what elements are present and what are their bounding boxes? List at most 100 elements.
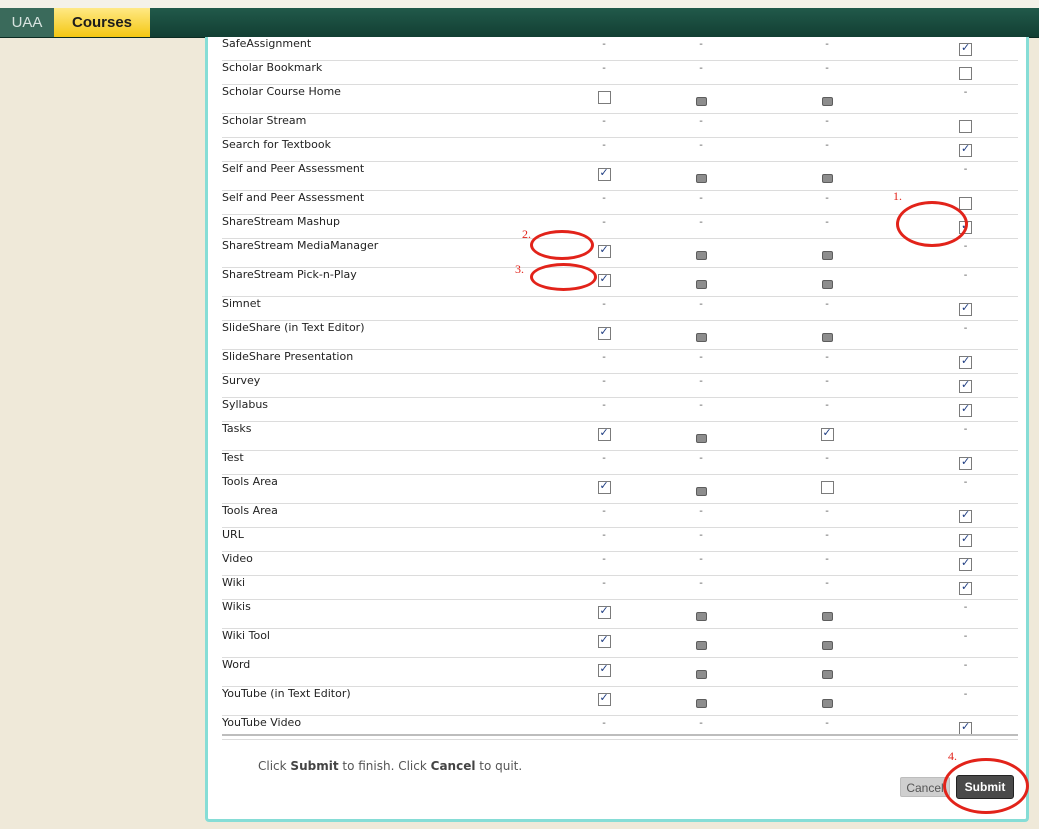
setting-cell <box>661 474 741 504</box>
setting-cell <box>741 421 913 451</box>
setting-cell <box>547 320 661 350</box>
not-applicable-dash: - <box>825 400 829 411</box>
checkbox-checked[interactable] <box>597 479 611 494</box>
table-row: Tools Area - - - <box>222 503 1018 528</box>
tool-name: Tools Area <box>222 503 547 528</box>
not-applicable-dash: - <box>699 39 703 50</box>
disabled-lock-icon <box>695 612 707 621</box>
tool-name: ShareStream MediaManager <box>222 238 547 268</box>
tool-name: Self and Peer Assessment <box>222 190 547 215</box>
annotation-circle-2 <box>530 230 594 260</box>
checkbox-checked[interactable] <box>597 426 611 441</box>
setting-cell: - <box>661 37 741 61</box>
setting-cell <box>913 113 1018 138</box>
setting-cell <box>547 474 661 504</box>
checkbox-unchecked[interactable] <box>959 120 972 133</box>
checkbox-checked[interactable] <box>597 691 611 706</box>
not-applicable-dash: - <box>602 63 606 74</box>
checkbox-checked[interactable] <box>959 142 972 157</box>
not-applicable-dash: - <box>602 506 606 517</box>
disabled-lock-icon <box>821 699 833 708</box>
top-navigation-bar: UAA Courses <box>0 8 1039 38</box>
not-applicable-dash: - <box>963 689 968 700</box>
disabled-lock-icon <box>821 670 833 679</box>
instructions-text: Click <box>258 759 291 773</box>
checkbox-unchecked[interactable] <box>959 67 972 80</box>
checkbox-unchecked[interactable] <box>959 197 972 210</box>
setting-cell: - <box>741 373 913 398</box>
setting-cell: - <box>741 349 913 374</box>
not-applicable-dash: - <box>602 140 606 151</box>
setting-cell <box>547 161 661 191</box>
table-row: SlideShare (in Text Editor) - <box>222 320 1018 350</box>
checkbox-checked[interactable] <box>820 426 834 441</box>
setting-cell: - <box>547 397 661 422</box>
checkbox-checked[interactable] <box>597 604 611 619</box>
setting-cell <box>661 421 741 451</box>
checkbox-checked[interactable] <box>959 402 972 417</box>
checkbox-unchecked[interactable] <box>820 481 834 494</box>
setting-cell <box>741 238 913 268</box>
tab-courses[interactable]: Courses <box>54 8 150 37</box>
not-applicable-dash: - <box>699 116 703 127</box>
annotation-label-2: 2. <box>522 227 531 241</box>
checkbox-checked[interactable] <box>959 301 972 316</box>
checkbox-checked[interactable] <box>597 272 611 287</box>
disabled-lock-icon <box>695 699 707 708</box>
checkbox-checked[interactable] <box>959 532 972 547</box>
not-applicable-dash: - <box>602 718 606 729</box>
setting-cell: - <box>741 296 913 321</box>
checkbox-checked[interactable] <box>959 378 972 393</box>
setting-cell <box>913 397 1018 422</box>
setting-cell: - <box>741 113 913 138</box>
tool-name: Test <box>222 450 547 475</box>
checkbox-checked[interactable] <box>959 41 972 56</box>
tool-name: Search for Textbook <box>222 137 547 162</box>
not-applicable-dash: - <box>699 352 703 363</box>
table-row: Test - - - <box>222 450 1018 475</box>
tool-name: Tools Area <box>222 474 547 504</box>
setting-cell: - <box>913 657 1018 687</box>
disabled-lock-icon <box>821 641 833 650</box>
checkbox-checked[interactable] <box>597 243 611 258</box>
setting-cell: - <box>741 60 913 85</box>
setting-cell <box>913 296 1018 321</box>
checkbox-checked[interactable] <box>959 354 972 369</box>
tool-name: Scholar Course Home <box>222 84 547 114</box>
table-row: Word - <box>222 657 1018 687</box>
checkbox-checked[interactable] <box>597 662 611 677</box>
setting-cell: - <box>741 214 913 239</box>
checkbox-checked[interactable] <box>597 633 611 648</box>
checkbox-checked[interactable] <box>597 325 611 340</box>
checkbox-checked[interactable] <box>597 166 611 181</box>
disabled-lock-icon <box>695 670 707 679</box>
checkbox-checked[interactable] <box>959 455 972 470</box>
not-applicable-dash: - <box>602 453 606 464</box>
setting-cell <box>741 84 913 114</box>
setting-cell <box>741 161 913 191</box>
not-applicable-dash: - <box>825 530 829 541</box>
not-applicable-dash: - <box>699 299 703 310</box>
table-row: Tools Area - <box>222 474 1018 504</box>
checkbox-checked[interactable] <box>959 580 972 595</box>
disabled-lock-icon <box>695 434 707 443</box>
table-row: Search for Textbook - - - <box>222 137 1018 162</box>
setting-cell: - <box>661 373 741 398</box>
checkbox-checked[interactable] <box>959 508 972 523</box>
checkbox-checked[interactable] <box>959 556 972 571</box>
table-row: URL - - - <box>222 527 1018 552</box>
table-row: ShareStream MediaManager - <box>222 238 1018 268</box>
checkbox-unchecked[interactable] <box>597 91 611 104</box>
setting-cell <box>547 421 661 451</box>
table-row: Scholar Bookmark - - - <box>222 60 1018 85</box>
setting-cell: - <box>741 527 913 552</box>
setting-cell: - <box>741 551 913 576</box>
not-applicable-dash: - <box>963 477 968 488</box>
submit-instructions: Click Submit to finish. Click Cancel to … <box>258 759 522 773</box>
setting-cell <box>661 84 741 114</box>
tab-uaa-home[interactable]: UAA <box>0 8 54 37</box>
setting-cell: - <box>913 267 1018 297</box>
annotation-label-3: 3. <box>515 262 524 276</box>
setting-cell <box>913 373 1018 398</box>
annotation-circle-3 <box>530 263 597 291</box>
